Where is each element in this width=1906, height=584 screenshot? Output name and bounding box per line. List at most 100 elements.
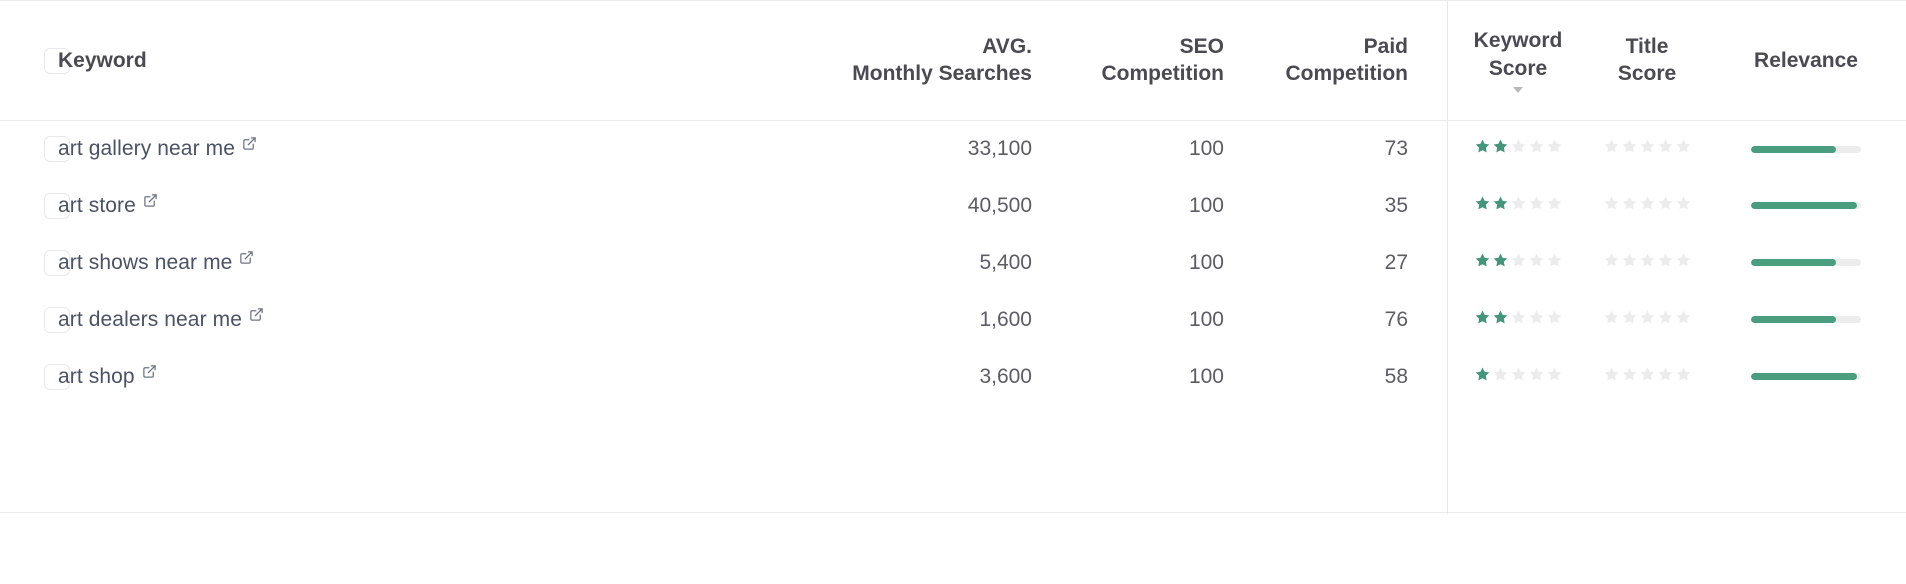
- keyword-table-card: Keyword AVG. Monthly Searches SEO Compet…: [0, 0, 1906, 514]
- relevance-bar: [1751, 373, 1861, 381]
- table-header: Keyword AVG. Monthly Searches SEO Compet…: [0, 1, 1906, 121]
- keyword-label: art shows near me: [58, 250, 233, 274]
- title-score-rating: [1603, 138, 1692, 155]
- column-header-relevance[interactable]: Relevance: [1706, 1, 1906, 121]
- star-empty-icon: [1657, 138, 1674, 155]
- star-empty-icon: [1657, 309, 1674, 326]
- select-all-header: [0, 1, 70, 121]
- star-empty-icon: [1528, 366, 1545, 383]
- keyword-score-rating: [1474, 366, 1563, 383]
- column-header-seo-line-2: Competition: [1101, 62, 1224, 86]
- relevance-bar: [1751, 145, 1861, 153]
- column-header-keyword-score[interactable]: Keyword Score: [1448, 1, 1588, 121]
- title-score-cell: [1588, 291, 1706, 348]
- star-empty-icon: [1546, 366, 1563, 383]
- external-link-icon[interactable]: [249, 307, 264, 322]
- star-empty-icon: [1510, 195, 1527, 212]
- relevance-bar-fill: [1751, 373, 1857, 381]
- column-header-avg-monthly-searches[interactable]: AVG. Monthly Searches: [838, 1, 1080, 121]
- star-empty-icon: [1639, 309, 1656, 326]
- relevance-cell: [1706, 348, 1906, 405]
- keyword-cell: art shows near me: [58, 234, 838, 291]
- row-select-cell: [0, 120, 70, 177]
- seo-competition-value: 100: [1080, 120, 1252, 177]
- column-header-avg-line-1: AVG.: [982, 34, 1032, 58]
- star-empty-icon: [1546, 138, 1563, 155]
- column-header-paid-line-1: Paid: [1363, 34, 1408, 58]
- star-filled-icon: [1474, 195, 1491, 212]
- star-filled-icon: [1474, 138, 1491, 155]
- row-select-cell: [0, 234, 70, 291]
- column-header-paid-competition[interactable]: Paid Competition: [1252, 1, 1448, 121]
- star-empty-icon: [1528, 309, 1545, 326]
- table-row[interactable]: art dealers near me 1,600 100 76: [0, 291, 1906, 348]
- star-empty-icon: [1657, 252, 1674, 269]
- star-empty-icon: [1546, 195, 1563, 212]
- title-score-cell: [1588, 348, 1706, 405]
- keyword-score-rating: [1474, 195, 1563, 212]
- paid-competition-value: 73: [1252, 120, 1448, 177]
- keyword-score-rating: [1474, 309, 1563, 326]
- title-score-rating: [1603, 252, 1692, 269]
- star-empty-icon: [1621, 138, 1638, 155]
- keyword-table: Keyword AVG. Monthly Searches SEO Compet…: [0, 1, 1906, 405]
- keyword-results-page: Keyword AVG. Monthly Searches SEO Compet…: [0, 0, 1906, 584]
- avg-monthly-searches-value: 33,100: [838, 120, 1080, 177]
- relevance-cell: [1706, 177, 1906, 234]
- column-header-seo-competition[interactable]: SEO Competition: [1080, 1, 1252, 121]
- keyword-label: art shop: [58, 364, 135, 388]
- star-empty-icon: [1603, 195, 1620, 212]
- keyword-label: art dealers near me: [58, 307, 242, 331]
- keyword-score-cell: [1448, 120, 1588, 177]
- table-row[interactable]: art gallery near me 33,100 100 73: [0, 120, 1906, 177]
- relevance-bar-fill: [1751, 316, 1836, 324]
- paid-competition-value: 27: [1252, 234, 1448, 291]
- column-header-title-score[interactable]: Title Score: [1588, 1, 1706, 121]
- keyword-score-cell: [1448, 234, 1588, 291]
- star-empty-icon: [1621, 252, 1638, 269]
- keyword-score-rating: [1474, 252, 1563, 269]
- column-header-keyword-score-line-1: Keyword: [1473, 29, 1563, 53]
- star-empty-icon: [1510, 366, 1527, 383]
- seo-competition-value: 100: [1080, 234, 1252, 291]
- keyword-cell: art dealers near me: [58, 291, 838, 348]
- star-empty-icon: [1621, 195, 1638, 212]
- relevance-bar: [1751, 259, 1861, 267]
- column-header-title-score-line-2: Score: [1617, 62, 1677, 86]
- keyword-score-cell: [1448, 348, 1588, 405]
- external-link-icon[interactable]: [242, 136, 257, 151]
- star-filled-icon: [1474, 309, 1491, 326]
- column-header-keyword[interactable]: Keyword: [58, 1, 838, 121]
- external-link-icon[interactable]: [239, 250, 254, 265]
- avg-monthly-searches-value: 40,500: [838, 177, 1080, 234]
- keyword-score-cell: [1448, 177, 1588, 234]
- row-select-cell: [0, 291, 70, 348]
- star-empty-icon: [1675, 195, 1692, 212]
- keyword-score-rating: [1474, 138, 1563, 155]
- star-filled-icon: [1492, 138, 1509, 155]
- caret-down-icon[interactable]: [1513, 87, 1523, 94]
- table-header-row: Keyword AVG. Monthly Searches SEO Compet…: [0, 1, 1906, 121]
- row-select-cell: [0, 177, 70, 234]
- row-select-cell: [0, 348, 70, 405]
- star-empty-icon: [1546, 309, 1563, 326]
- title-score-cell: [1588, 234, 1706, 291]
- relevance-bar: [1751, 316, 1861, 324]
- star-empty-icon: [1528, 252, 1545, 269]
- star-filled-icon: [1474, 252, 1491, 269]
- table-row[interactable]: art shows near me 5,400 100 27: [0, 234, 1906, 291]
- table-row[interactable]: art store 40,500 100 35: [0, 177, 1906, 234]
- external-link-icon[interactable]: [142, 364, 157, 379]
- keyword-score-cell: [1448, 291, 1588, 348]
- relevance-bar-fill: [1751, 202, 1857, 210]
- star-empty-icon: [1603, 309, 1620, 326]
- column-header-title-score-line-1: Title: [1625, 34, 1669, 58]
- relevance-cell: [1706, 120, 1906, 177]
- seo-competition-value: 100: [1080, 348, 1252, 405]
- relevance-bar-fill: [1751, 145, 1836, 153]
- table-row[interactable]: art shop 3,600 100 58: [0, 348, 1906, 405]
- paid-competition-value: 35: [1252, 177, 1448, 234]
- star-empty-icon: [1621, 309, 1638, 326]
- star-empty-icon: [1675, 309, 1692, 326]
- external-link-icon[interactable]: [143, 193, 158, 208]
